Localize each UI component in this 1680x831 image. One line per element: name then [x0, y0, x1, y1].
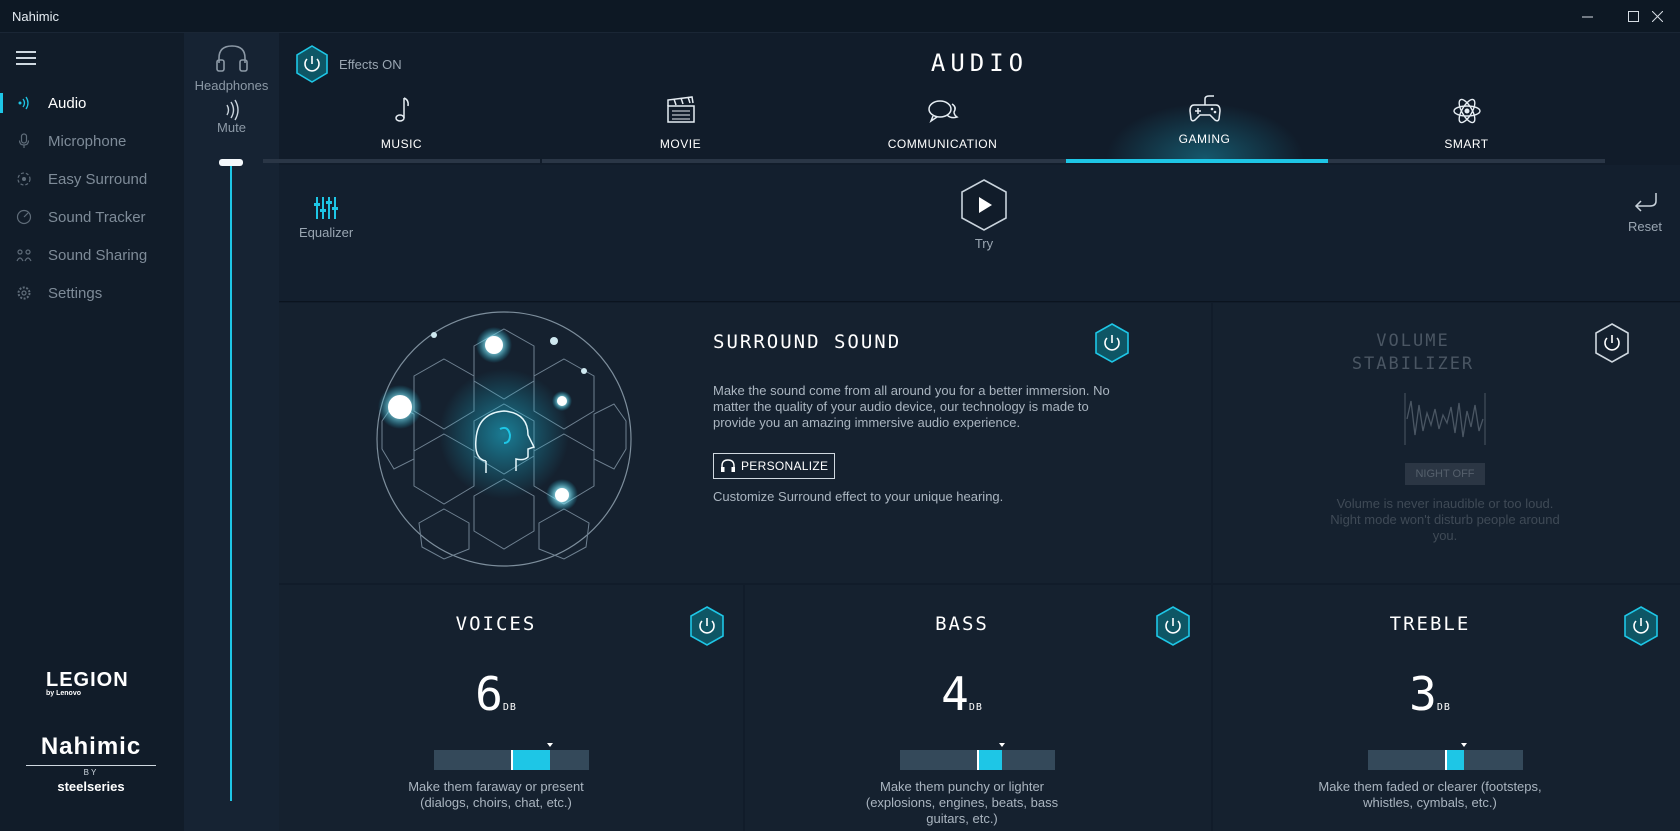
- voices-panel: VOICES 6DB Make them faraway or present …: [279, 585, 743, 831]
- sidebar-item-label: Easy Surround: [48, 170, 148, 188]
- bass-panel: BASS 4DB Make them punchy or lighter (ex…: [745, 585, 1211, 831]
- personalize-hint: Customize Surround effect to your unique…: [713, 489, 1004, 504]
- clapperboard-icon: [541, 96, 820, 124]
- sidebar-item-audio[interactable]: Audio: [0, 85, 184, 121]
- legion-logo: LEGION by Lenovo: [46, 669, 129, 697]
- treble-title: TREBLE: [1389, 613, 1471, 635]
- equalizer-icon: [299, 195, 353, 221]
- reset-button[interactable]: Reset: [1625, 191, 1665, 234]
- sidebar-item-settings[interactable]: Settings: [0, 275, 184, 311]
- treble-panel: TREBLE 3DB Make them faded or clearer (f…: [1213, 585, 1680, 831]
- voices-value: 6DB: [475, 667, 517, 721]
- try-button[interactable]: Try: [954, 178, 1014, 251]
- bass-description: Make them punchy or lighter (explosions,…: [865, 779, 1059, 826]
- sidebar-item-label: Settings: [48, 284, 103, 302]
- voices-title: VOICES: [455, 613, 537, 635]
- sidebar-item-microphone[interactable]: Microphone: [0, 123, 184, 159]
- sidebar-item-label: Sound Sharing: [48, 246, 148, 264]
- audio-waves-icon: [0, 96, 48, 110]
- sidebar: Audio Microphone Easy Surround Sound Tra…: [0, 33, 184, 831]
- volume-stabilizer-description: Volume is never inaudible or too loud. N…: [1330, 496, 1560, 543]
- window-title: Nahimic: [12, 9, 59, 24]
- tab-movie[interactable]: MOVIE: [541, 33, 820, 163]
- music-note-icon: [262, 96, 541, 124]
- minimize-button[interactable]: [1564, 0, 1610, 33]
- surround-icon: [0, 171, 48, 187]
- bass-slider[interactable]: [900, 743, 1055, 770]
- voices-description: Make them faraway or present (dialogs, c…: [408, 779, 584, 810]
- voices-slider[interactable]: [434, 743, 589, 770]
- sidebar-item-label: Audio: [48, 94, 87, 112]
- gear-icon: [0, 285, 48, 301]
- tracker-icon: [0, 209, 48, 225]
- close-button[interactable]: [1634, 0, 1680, 33]
- atom-icon: [1327, 96, 1606, 126]
- sidebar-item-label: Microphone: [48, 132, 127, 150]
- toolbar: Equalizer Try Reset: [279, 165, 1680, 302]
- headphones-icon[interactable]: [215, 43, 249, 78]
- gamepad-icon: [1065, 93, 1344, 123]
- bass-power-button[interactable]: [1155, 606, 1191, 651]
- tab-gaming[interactable]: GAMING: [1065, 33, 1344, 163]
- night-mode-button[interactable]: NIGHT OFF: [1405, 463, 1485, 485]
- surround-power-button[interactable]: [1094, 323, 1130, 368]
- sidebar-item-sound-sharing[interactable]: Sound Sharing: [0, 237, 184, 273]
- surround-sphere-illustration: [374, 309, 634, 574]
- bass-value: 4DB: [941, 667, 983, 721]
- waveform-icon: [1403, 391, 1487, 452]
- chat-bubbles-icon: [803, 99, 1082, 123]
- treble-value: 3DB: [1409, 667, 1451, 721]
- treble-slider[interactable]: [1368, 743, 1523, 770]
- headphones-icon: [721, 459, 735, 472]
- sidebar-item-label: Sound Tracker: [48, 208, 146, 226]
- treble-description: Make them faded or clearer (footsteps, w…: [1318, 779, 1542, 810]
- personalize-button[interactable]: PERSONALIZE: [713, 453, 836, 479]
- hamburger-menu-icon[interactable]: [16, 51, 36, 65]
- sidebar-item-easy-surround[interactable]: Easy Surround: [0, 161, 184, 197]
- tab-communication[interactable]: COMMUNICATION: [803, 33, 1082, 163]
- sidebar-item-sound-tracker[interactable]: Sound Tracker: [0, 199, 184, 235]
- tab-smart[interactable]: SMART: [1327, 33, 1606, 163]
- device-panel: Headphones Mute: [184, 33, 279, 831]
- treble-power-button[interactable]: [1623, 606, 1659, 651]
- play-icon: [954, 178, 1014, 232]
- surround-description: Make the sound come from all around you …: [713, 383, 1110, 430]
- nahimic-logo: Nahimic BY steelseries: [26, 733, 156, 794]
- title-bar: Nahimic: [0, 0, 1680, 33]
- volume-stabilizer-panel: VOLUME STABILIZER NIGHT OFF Volume is ne…: [1213, 303, 1680, 583]
- microphone-icon: [0, 133, 48, 149]
- volume-slider-thumb[interactable]: [219, 159, 243, 166]
- equalizer-button[interactable]: Equalizer: [299, 195, 353, 240]
- sharing-icon: [0, 247, 48, 263]
- volume-stabilizer-title-2: STABILIZER: [1351, 354, 1475, 374]
- voices-power-button[interactable]: [689, 606, 725, 651]
- surround-title: SURROUND SOUND: [713, 331, 902, 353]
- main-content: Effects ON AUDIO MUSIC MOVIE COMMUNICATI…: [263, 33, 1680, 831]
- volume-stabilizer-power-button[interactable]: [1594, 323, 1630, 368]
- surround-sound-panel: SURROUND SOUND Make the sound come from …: [279, 303, 1211, 583]
- reset-arrow-icon: [1625, 191, 1665, 215]
- bass-title: BASS: [935, 613, 989, 635]
- tab-music[interactable]: MUSIC: [262, 33, 541, 163]
- volume-slider-track[interactable]: [230, 161, 232, 801]
- volume-stabilizer-title-1: VOLUME: [1376, 331, 1450, 351]
